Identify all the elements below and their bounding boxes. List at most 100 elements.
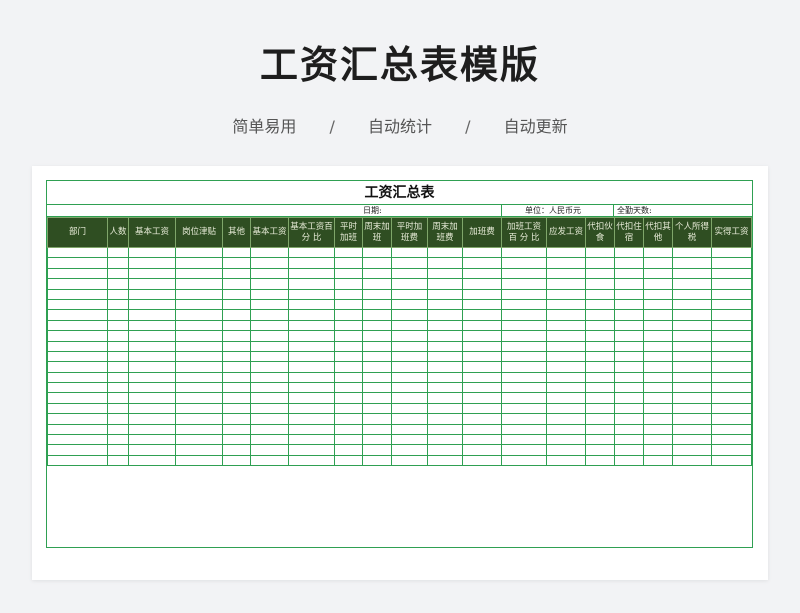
table-cell[interactable]	[643, 444, 673, 456]
table-cell[interactable]	[427, 350, 463, 363]
table-cell[interactable]	[585, 246, 615, 259]
table-cell[interactable]	[711, 288, 752, 300]
table-cell[interactable]	[362, 330, 392, 342]
table-cell[interactable]	[501, 257, 547, 269]
table-cell[interactable]	[643, 288, 673, 300]
table-cell[interactable]	[362, 267, 392, 280]
table-cell[interactable]	[362, 361, 392, 373]
table-cell[interactable]	[334, 319, 363, 332]
table-cell[interactable]	[711, 309, 752, 321]
table-cell[interactable]	[546, 309, 586, 321]
table-cell[interactable]	[288, 246, 335, 259]
table-cell[interactable]	[546, 257, 586, 269]
table-cell[interactable]	[585, 454, 615, 467]
table-cell[interactable]	[288, 350, 335, 363]
table-cell[interactable]	[614, 330, 644, 342]
table-cell[interactable]	[546, 350, 586, 363]
table-cell[interactable]	[128, 392, 176, 404]
table-cell[interactable]	[128, 309, 176, 321]
table-cell[interactable]	[128, 278, 176, 290]
table-cell[interactable]	[427, 257, 463, 269]
table-cell[interactable]	[391, 298, 428, 311]
table-cell[interactable]	[501, 434, 547, 446]
table-cell[interactable]	[107, 278, 129, 290]
table-cell[interactable]	[288, 267, 335, 280]
table-cell[interactable]	[175, 267, 223, 280]
table-cell[interactable]	[107, 319, 129, 332]
table-cell[interactable]	[711, 278, 752, 290]
table-cell[interactable]	[427, 371, 463, 384]
table-cell[interactable]	[334, 309, 363, 321]
table-cell[interactable]	[546, 330, 586, 342]
table-cell[interactable]	[711, 330, 752, 342]
table-cell[interactable]	[288, 340, 335, 352]
table-cell[interactable]	[672, 340, 712, 352]
table-cell[interactable]	[175, 434, 223, 446]
table-cell[interactable]	[501, 444, 547, 456]
table-cell[interactable]	[585, 298, 615, 311]
table-cell[interactable]	[175, 319, 223, 332]
table-cell[interactable]	[501, 454, 547, 467]
table-cell[interactable]	[128, 371, 176, 384]
table-cell[interactable]	[462, 423, 502, 436]
table-cell[interactable]	[250, 361, 289, 373]
table-cell[interactable]	[614, 288, 644, 300]
table-cell[interactable]	[47, 371, 108, 384]
table-cell[interactable]	[222, 319, 251, 332]
table-cell[interactable]	[501, 392, 547, 404]
table-cell[interactable]	[250, 402, 289, 415]
table-cell[interactable]	[391, 309, 428, 321]
table-cell[interactable]	[643, 361, 673, 373]
table-cell[interactable]	[643, 434, 673, 446]
table-cell[interactable]	[672, 371, 712, 384]
table-cell[interactable]	[501, 319, 547, 332]
table-cell[interactable]	[427, 278, 463, 290]
table-cell[interactable]	[128, 350, 176, 363]
table-cell[interactable]	[175, 246, 223, 259]
table-cell[interactable]	[711, 454, 752, 467]
table-cell[interactable]	[334, 423, 363, 436]
table-cell[interactable]	[250, 267, 289, 280]
table-cell[interactable]	[362, 423, 392, 436]
table-cell[interactable]	[711, 382, 752, 394]
table-cell[interactable]	[222, 309, 251, 321]
table-cell[interactable]	[362, 382, 392, 394]
table-cell[interactable]	[47, 288, 108, 300]
table-cell[interactable]	[462, 278, 502, 290]
table-cell[interactable]	[47, 402, 108, 415]
table-cell[interactable]	[250, 382, 289, 394]
table-cell[interactable]	[672, 423, 712, 436]
table-cell[interactable]	[672, 402, 712, 415]
table-cell[interactable]	[462, 246, 502, 259]
table-cell[interactable]	[462, 454, 502, 467]
table-cell[interactable]	[47, 309, 108, 321]
table-cell[interactable]	[391, 257, 428, 269]
table-cell[interactable]	[462, 361, 502, 373]
table-cell[interactable]	[546, 246, 586, 259]
table-cell[interactable]	[711, 361, 752, 373]
table-cell[interactable]	[47, 257, 108, 269]
table-cell[interactable]	[334, 267, 363, 280]
table-cell[interactable]	[391, 434, 428, 446]
table-cell[interactable]	[427, 340, 463, 352]
table-cell[interactable]	[643, 246, 673, 259]
table-cell[interactable]	[288, 454, 335, 467]
table-cell[interactable]	[128, 330, 176, 342]
table-cell[interactable]	[614, 267, 644, 280]
table-cell[interactable]	[643, 402, 673, 415]
table-cell[interactable]	[462, 340, 502, 352]
table-cell[interactable]	[175, 309, 223, 321]
table-cell[interactable]	[128, 444, 176, 456]
table-cell[interactable]	[175, 423, 223, 436]
table-cell[interactable]	[643, 454, 673, 467]
table-cell[interactable]	[427, 413, 463, 425]
table-cell[interactable]	[462, 319, 502, 332]
table-cell[interactable]	[107, 413, 129, 425]
table-cell[interactable]	[672, 434, 712, 446]
table-cell[interactable]	[585, 361, 615, 373]
table-cell[interactable]	[107, 392, 129, 404]
table-cell[interactable]	[427, 402, 463, 415]
table-cell[interactable]	[462, 444, 502, 456]
table-cell[interactable]	[391, 402, 428, 415]
table-cell[interactable]	[427, 454, 463, 467]
